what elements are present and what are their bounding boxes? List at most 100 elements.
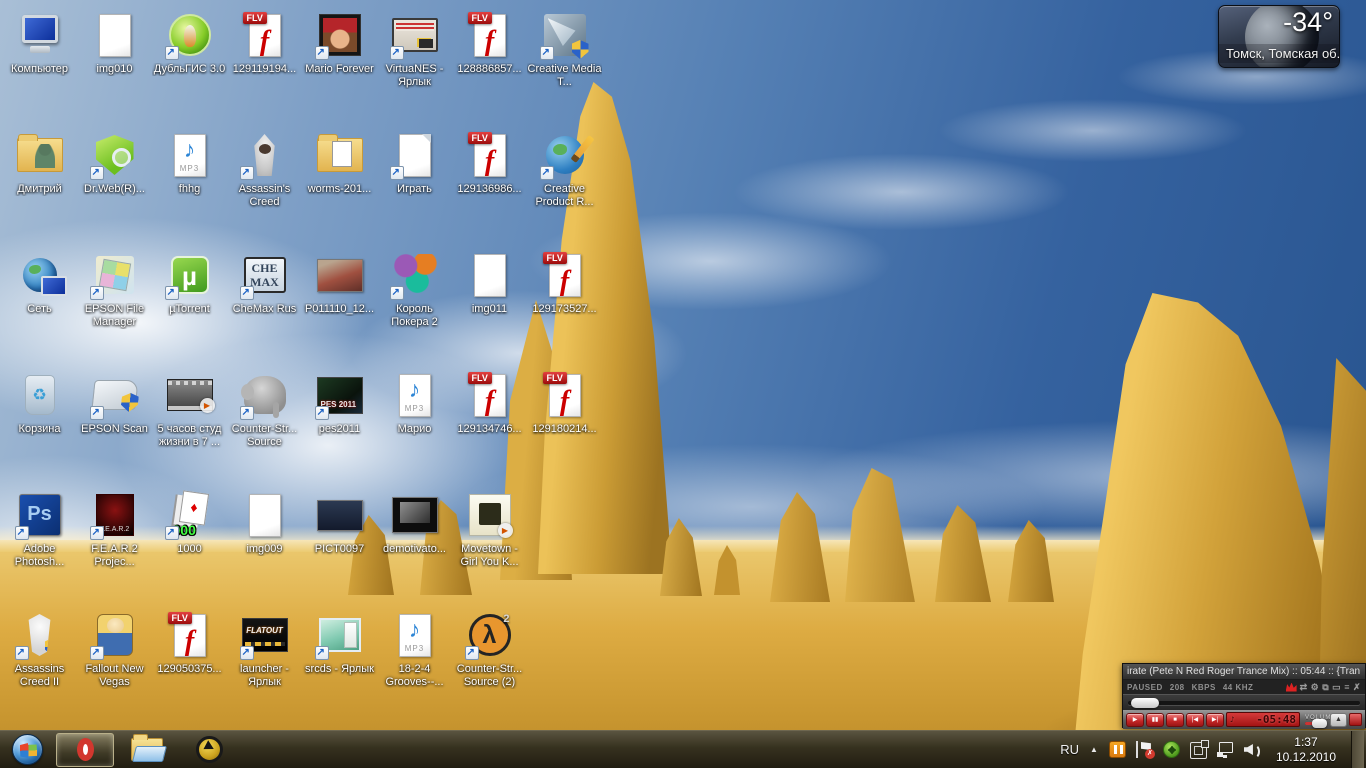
desktop-icon[interactable]: F.E.A.R.2 Projec... <box>77 486 152 606</box>
desktop[interactable]: Компьютерimg010ДубльГИС 3.0129119194...M… <box>0 0 1366 768</box>
desktop-icon[interactable]: Компьютер <box>2 6 77 126</box>
desktop-icon-label: PICT0097 <box>302 543 377 556</box>
desktop-icon[interactable]: img011 <box>452 246 527 366</box>
player-progress-bar[interactable] <box>1123 694 1365 710</box>
desktop-icon[interactable]: 129050375... <box>152 606 227 726</box>
settings-icon[interactable]: ⚙ <box>1311 683 1320 692</box>
shortcut-arrow-overlay <box>315 646 329 660</box>
player-bitrate-unit: KBPS <box>1192 683 1216 692</box>
desktop-icon-image <box>15 250 65 300</box>
desktop-icon[interactable]: worms-201... <box>302 126 377 246</box>
desktop-icon[interactable]: 129173527... <box>527 246 602 366</box>
next-button[interactable]: ▶| <box>1206 713 1224 727</box>
desktop-icon-label: 129136986... <box>452 183 527 196</box>
player-title-bar[interactable]: irate (Pete N Red Roger Trance Mix) :: 0… <box>1123 664 1365 680</box>
desktop-icon[interactable]: launcher - Ярлык <box>227 606 302 726</box>
pause-button[interactable]: ▮▮ <box>1146 713 1164 727</box>
desktop-icon-image <box>540 10 590 60</box>
language-indicator[interactable]: RU <box>1060 742 1079 757</box>
desktop-icon[interactable]: EPSON File Manager <box>77 246 152 366</box>
shortcut-arrow-overlay <box>165 526 179 540</box>
desktop-icon[interactable]: Марио <box>377 366 452 486</box>
network-icon[interactable] <box>1217 741 1234 758</box>
play-button[interactable]: ▶ <box>1126 713 1144 727</box>
desktop-icon[interactable]: EPSON Scan <box>77 366 152 486</box>
taskbar-app-opera[interactable] <box>56 733 114 767</box>
desktop-icon[interactable]: 18-2-4 Grooves--... <box>377 606 452 726</box>
desktop-icon[interactable]: Creative Media T... <box>527 6 602 126</box>
playlist-icon[interactable]: ⧉ <box>1322 683 1329 692</box>
desktop-icon-label: µTorrent <box>152 303 227 316</box>
volume-thumb[interactable] <box>1312 719 1327 728</box>
player-corner-button[interactable] <box>1349 713 1362 726</box>
desktop-icon[interactable]: img009 <box>227 486 302 606</box>
desktop-icon[interactable]: Король Покера 2 <box>377 246 452 366</box>
removable-device-icon[interactable] <box>1190 742 1207 759</box>
taskbar-app-aimp[interactable] <box>180 733 238 767</box>
windows-orb-icon <box>12 734 43 765</box>
aimp-paused-icon[interactable] <box>1109 741 1126 758</box>
desktop-icon-label: VirtuaNES - Ярлык <box>377 63 452 89</box>
desktop-icon-label: launcher - Ярлык <box>227 663 302 689</box>
clock[interactable]: 1:37 10.12.2010 <box>1272 735 1340 765</box>
desktop-icon[interactable]: Dr.Web(R)... <box>77 126 152 246</box>
player-time-display[interactable]: ♪-05:48 <box>1226 712 1300 727</box>
desktop-icon[interactable]: PICT0097 <box>302 486 377 606</box>
volume-icon[interactable] <box>1244 741 1261 758</box>
desktop-icon[interactable]: Assassins Creed II <box>2 606 77 726</box>
desktop-icon[interactable]: Корзина <box>2 366 77 486</box>
desktop-icon[interactable]: 129119194... <box>227 6 302 126</box>
taskbar-app-explorer[interactable] <box>118 733 176 767</box>
desktop-icon[interactable]: 129136986... <box>452 126 527 246</box>
desktop-icon[interactable]: Fallout New Vegas <box>77 606 152 726</box>
previous-button[interactable]: |◀ <box>1186 713 1204 727</box>
desktop-icon[interactable]: 129180214... <box>527 366 602 486</box>
weather-temperature: -34° <box>1283 7 1333 38</box>
close-icon[interactable]: ✗ <box>1353 683 1361 692</box>
desktop-icon-label: Корзина <box>2 423 77 436</box>
drweb-antivirus-icon[interactable] <box>1163 741 1180 758</box>
video-icon <box>167 379 213 411</box>
desktop-icon[interactable]: fhhg <box>152 126 227 246</box>
desktop-icon[interactable]: 128886857... <box>452 6 527 126</box>
desktop-icon[interactable]: Counter-Str... Source <box>227 366 302 486</box>
desktop-icon[interactable]: srcds - Ярлык <box>302 606 377 726</box>
desktop-icon-label: img010 <box>77 63 152 76</box>
aimp-player[interactable]: irate (Pete N Red Roger Trance Mix) :: 0… <box>1122 663 1366 728</box>
desktop-icon[interactable]: Creative Product R... <box>527 126 602 246</box>
start-button[interactable] <box>0 731 54 768</box>
eject-button[interactable]: ▲ <box>1330 713 1347 727</box>
desktop-icon[interactable]: Assassin's Creed <box>227 126 302 246</box>
window-icon[interactable]: ▭ <box>1332 683 1341 692</box>
show-hidden-icons-caret[interactable]: ▲ <box>1090 745 1098 754</box>
desktop-icon[interactable]: VirtuaNES - Ярлык <box>377 6 452 126</box>
desktop-icon[interactable]: pes2011 <box>302 366 377 486</box>
progress-track[interactable] <box>1128 701 1360 705</box>
action-center-flag-icon[interactable] <box>1136 741 1153 758</box>
weather-gadget[interactable]: -34° Томск, Томская об... <box>1218 5 1340 68</box>
desktop-icon[interactable]: P011110_12... <box>302 246 377 366</box>
stop-button[interactable]: ■ <box>1166 713 1184 727</box>
desktop-icon[interactable]: img010 <box>77 6 152 126</box>
desktop-icon[interactable]: µTorrent <box>152 246 227 366</box>
show-desktop-button[interactable] <box>1351 731 1364 768</box>
desktop-icon[interactable]: ДубльГИС 3.0 <box>152 6 227 126</box>
desktop-icon-row: СетьEPSON File ManagerµTorrentCheMax Rus… <box>2 246 606 366</box>
desktop-icon[interactable]: demotivato... <box>377 486 452 606</box>
desktop-icon[interactable]: 129134746... <box>452 366 527 486</box>
desktop-icon[interactable]: 1000 <box>152 486 227 606</box>
desktop-icon[interactable]: Counter-Str... Source (2) <box>452 606 527 726</box>
desktop-icon[interactable]: Adobe Photosh... <box>2 486 77 606</box>
desktop-icon[interactable]: Играть <box>377 126 452 246</box>
desktop-icon[interactable]: Сеть <box>2 246 77 366</box>
progress-thumb[interactable] <box>1131 698 1159 708</box>
desktop-icon[interactable]: Movetown - Girl You K... <box>452 486 527 606</box>
desktop-icon[interactable]: Дмитрий <box>2 126 77 246</box>
equalizer-icon[interactable]: ≡ <box>1344 683 1350 692</box>
shuffle-icon[interactable]: ⇄ <box>1300 683 1308 692</box>
desktop-icon[interactable]: CheMax Rus <box>227 246 302 366</box>
volume-track[interactable] <box>1305 722 1325 725</box>
desktop-icon[interactable]: Mario Forever <box>302 6 377 126</box>
shortcut-arrow-overlay <box>15 526 29 540</box>
desktop-icon[interactable]: 5 часов студ жизни в 7 ... <box>152 366 227 486</box>
